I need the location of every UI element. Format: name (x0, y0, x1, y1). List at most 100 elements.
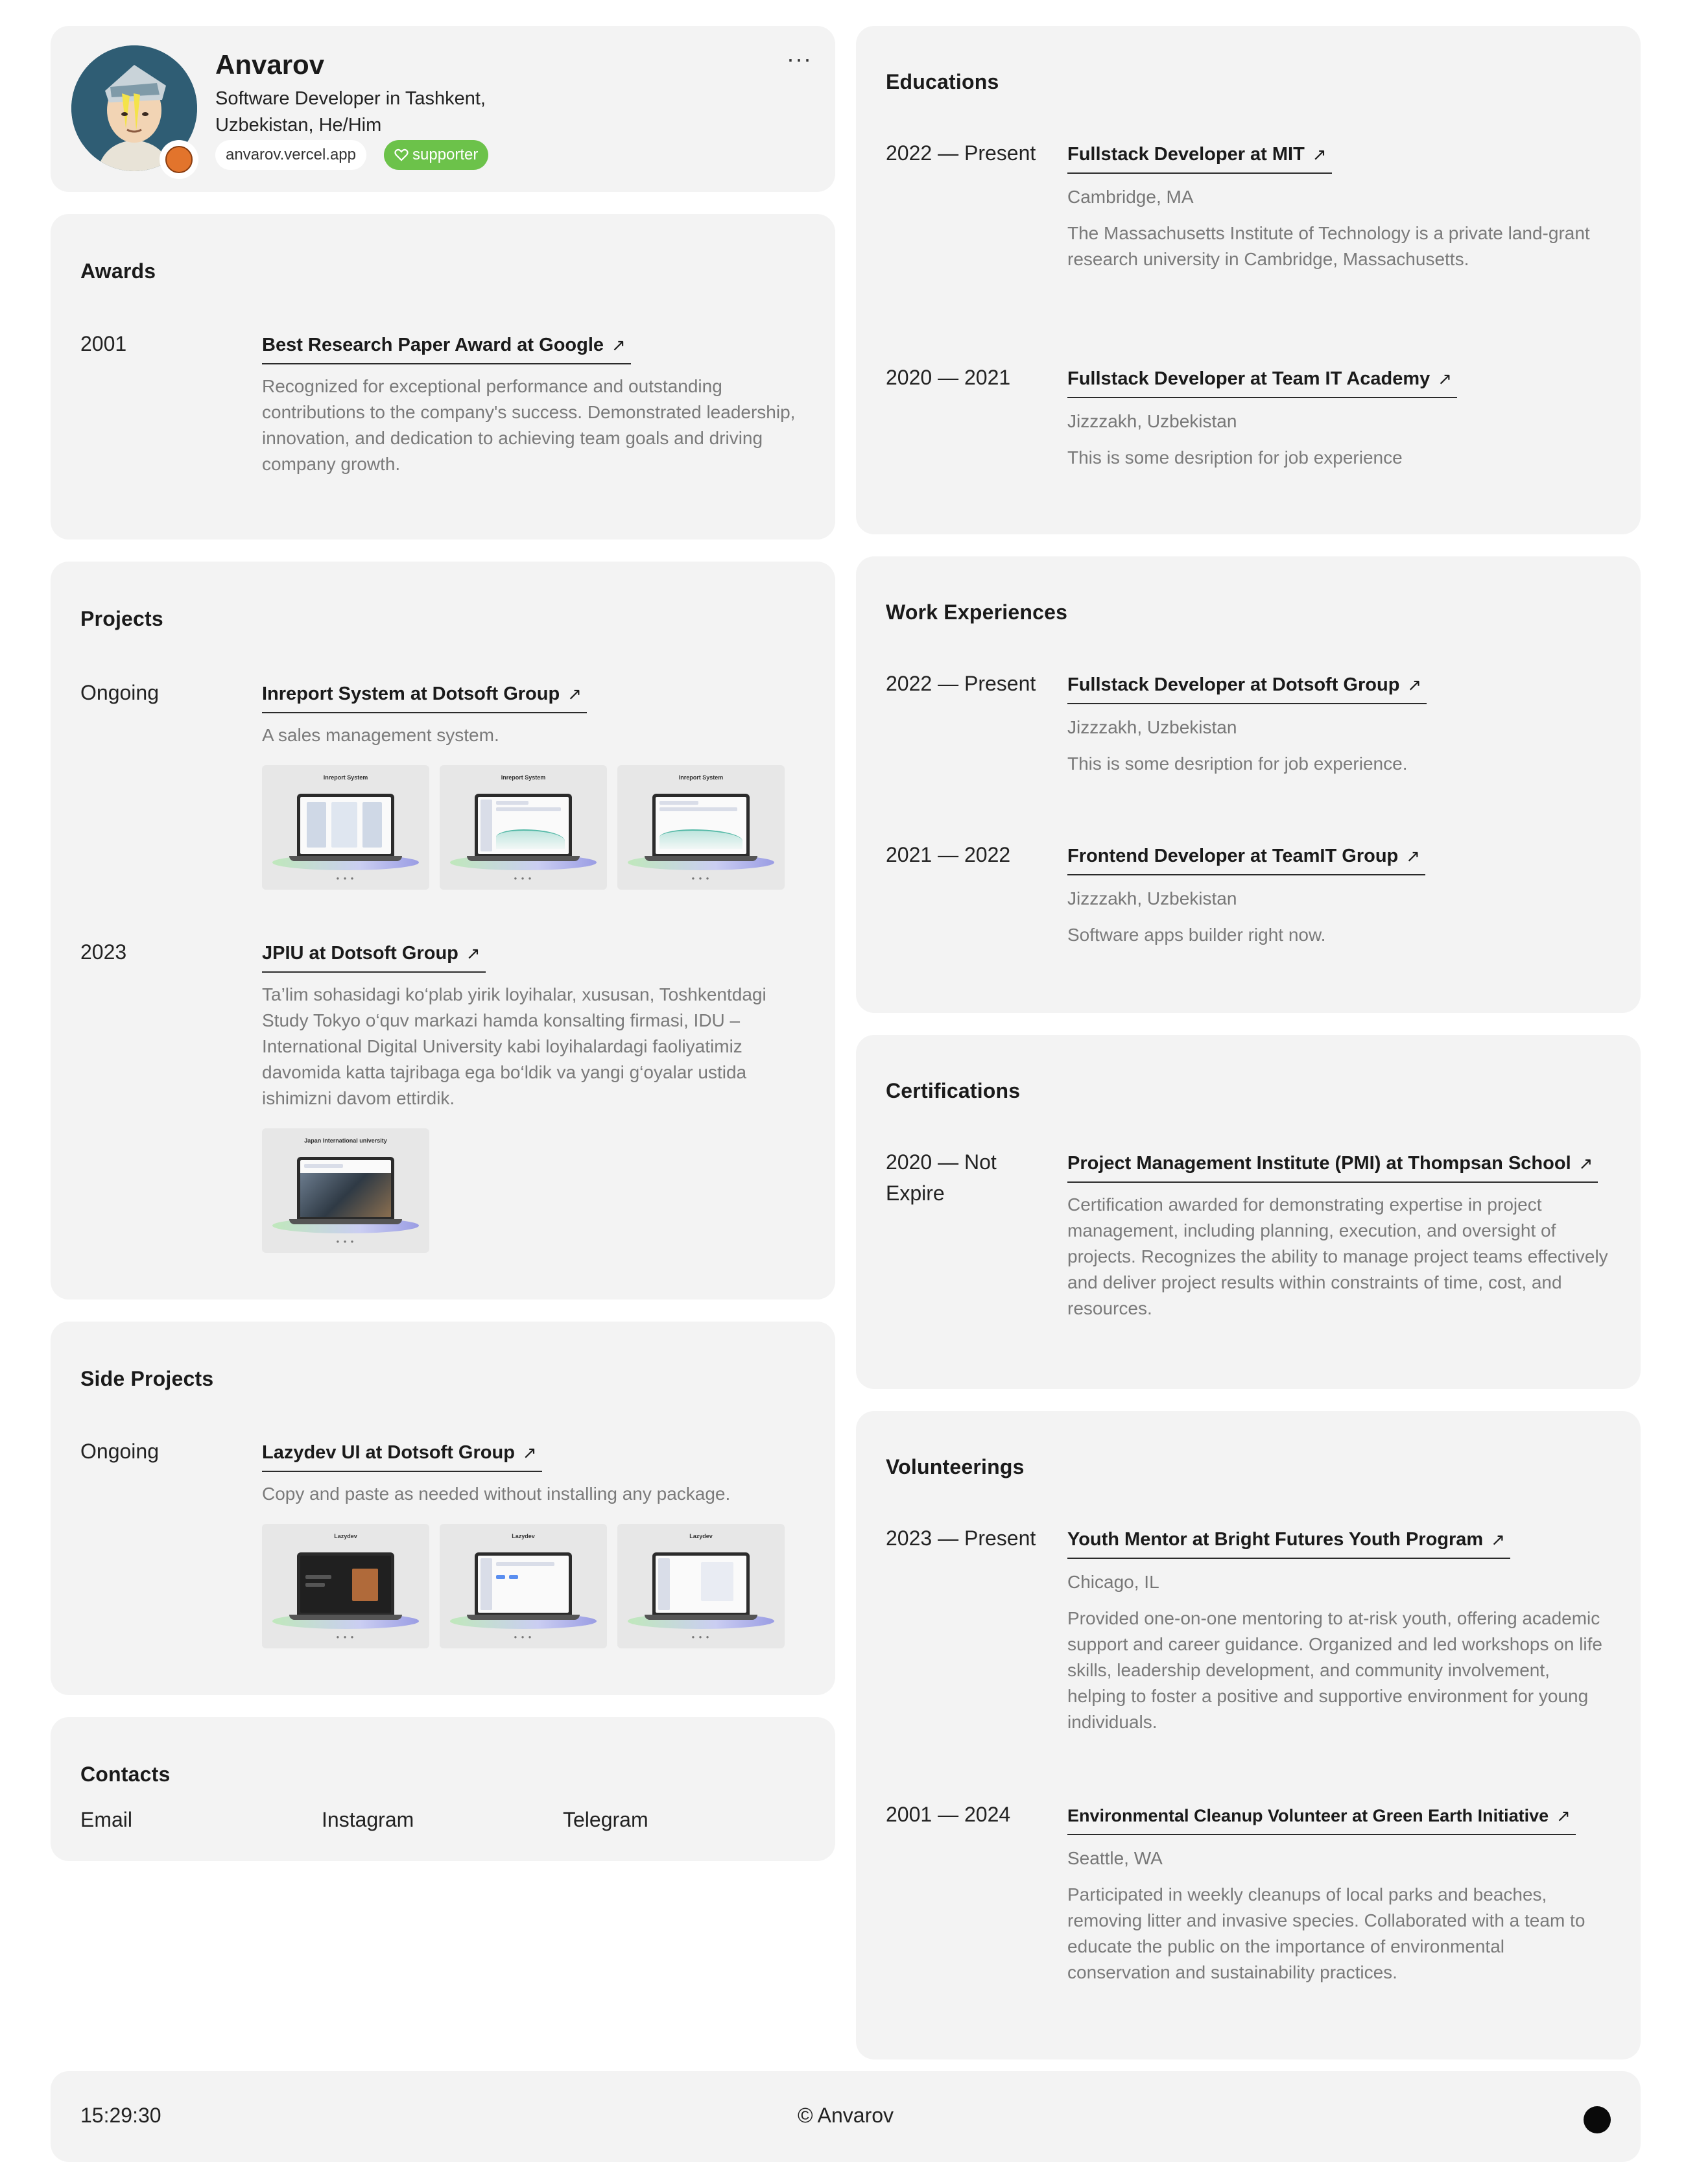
footer: 15:29:30 © Anvarov (51, 2071, 1641, 2162)
entry-title: Youth Mentor at Bright Futures Youth Pro… (1067, 1529, 1484, 1550)
entry-title-link[interactable]: Frontend Developer at TeamIT Group ↗ (1067, 844, 1426, 875)
supporter-badge[interactable]: supporter (384, 140, 489, 170)
external-link-icon: ↗ (1407, 675, 1422, 694)
entry-date: Ongoing (80, 1440, 159, 1463)
entry-title: Project Management Institute (PMI) at Th… (1067, 1153, 1571, 1174)
entry-title-link[interactable]: Environmental Cleanup Volunteer at Green… (1067, 1804, 1576, 1835)
entry-title-link[interactable]: Fullstack Developer at Dotsoft Group ↗ (1067, 673, 1427, 704)
section-title: Projects (80, 607, 163, 630)
entry-date: 2001 — 2024 (886, 1803, 1011, 1826)
entry-title-link[interactable]: Inreport System at Dotsoft Group ↗ (262, 682, 587, 713)
entry-date: 2023 — Present (886, 1526, 1036, 1550)
profile-name: Anvarov (215, 49, 325, 80)
contacts-card: Contacts Email Instagram Telegram (51, 1717, 835, 1861)
entry-location: Jizzzakh, Uzbekistan (1067, 411, 1237, 431)
project-screenshot[interactable]: Japan International university ● ● ● (262, 1128, 429, 1253)
section-title: Volunteerings (886, 1455, 1025, 1478)
entry-date: 2022 — Present (886, 141, 1036, 165)
awards-card: Awards 2001 Best Research Paper Award at… (51, 214, 835, 540)
entry-description: A sales management system. (262, 725, 499, 745)
entry-description: Copy and paste as needed without install… (262, 1484, 731, 1504)
instagram-link[interactable]: Instagram (322, 1808, 563, 1832)
entry-title: Lazydev UI at Dotsoft Group (262, 1442, 515, 1463)
project-screenshots: Lazydev ● ● ● Lazydev ● ● ● Lazydev ● ● … (262, 1524, 805, 1648)
entry-title-link[interactable]: Fullstack Developer at Team IT Academy ↗ (1067, 367, 1458, 398)
copyright: © Anvarov (797, 2104, 894, 2127)
entry-date: 2022 — Present (886, 672, 1036, 695)
screenshot-caption: Inreport System (501, 774, 546, 781)
entry-description: Ta’lim sohasidagi ko‘plab yirik loyihala… (262, 984, 766, 1108)
more-options-icon[interactable]: ··· (787, 47, 812, 71)
entry-description: Recognized for exceptional performance a… (262, 376, 796, 474)
external-link-icon: ↗ (1578, 1154, 1593, 1173)
entry-description: Provided one-on-one mentoring to at-risk… (1067, 1608, 1602, 1732)
project-screenshot[interactable]: Inreport System ● ● ● (262, 765, 429, 890)
entry-location: Jizzzakh, Uzbekistan (1067, 717, 1237, 737)
section-title: Work Experiences (886, 600, 1068, 624)
screenshot-caption: Lazydev (689, 1533, 713, 1539)
section-title: Educations (886, 70, 999, 93)
telegram-link[interactable]: Telegram (563, 1808, 804, 1832)
supporter-label: supporter (412, 146, 479, 163)
external-link-icon: ↗ (1491, 1530, 1506, 1549)
section-title: Certifications (886, 1079, 1021, 1102)
certifications-card: Certifications 2020 — Not Expire Project… (856, 1035, 1641, 1389)
project-screenshot[interactable]: Inreport System ● ● ● (617, 765, 785, 890)
project-screenshot[interactable]: Lazydev ● ● ● (617, 1524, 785, 1648)
entry-title-link[interactable]: Best Research Paper Award at Google ↗ (262, 333, 631, 364)
entry-date: 2020 — 2021 (886, 366, 1011, 389)
section-title: Contacts (80, 1763, 171, 1786)
entry-title: Fullstack Developer at Team IT Academy (1067, 368, 1431, 389)
profile-role: Software Developer in Tashkent, Uzbekist… (215, 88, 486, 136)
entry-title-link[interactable]: Youth Mentor at Bright Futures Youth Pro… (1067, 1528, 1511, 1559)
contacts-list: Email Instagram Telegram (80, 1808, 804, 1832)
entry-description: Software apps builder right now. (1067, 925, 1326, 945)
entry-date: 2001 (80, 332, 127, 355)
projects-card: Projects Ongoing Inreport System at Dots… (51, 562, 835, 1300)
theme-toggle-button[interactable] (1584, 2106, 1611, 2133)
entry-description: This is some desription for job experien… (1067, 447, 1403, 468)
project-screenshots: Japan International university ● ● ● (262, 1128, 805, 1253)
entry-date: Ongoing (80, 681, 159, 704)
project-screenshot[interactable]: Inreport System ● ● ● (440, 765, 607, 890)
volunteerings-card: Volunteerings 2023 — Present Youth Mento… (856, 1411, 1641, 2059)
website-link[interactable]: anvarov.vercel.app (215, 140, 366, 170)
external-link-icon: ↗ (1312, 145, 1327, 164)
entry-description: Participated in weekly cleanups of local… (1067, 1884, 1585, 1982)
external-link-icon: ↗ (1438, 369, 1453, 388)
section-title: Awards (80, 259, 156, 283)
entry-description: The Massachusetts Institute of Technolog… (1067, 223, 1590, 269)
external-link-icon: ↗ (1406, 846, 1421, 866)
project-screenshot[interactable]: Lazydev ● ● ● (440, 1524, 607, 1648)
entry-title-link[interactable]: Fullstack Developer at MIT ↗ (1067, 143, 1332, 174)
entry-description: This is some desription for job experien… (1067, 754, 1408, 774)
heart-icon (394, 148, 409, 161)
entry-location: Jizzzakh, Uzbekistan (1067, 888, 1237, 908)
side-projects-card: Side Projects Ongoing Lazydev UI at Dots… (51, 1322, 835, 1695)
screenshot-caption: Inreport System (323, 774, 368, 781)
screenshot-caption: Japan International university (304, 1137, 387, 1144)
entry-title-link[interactable]: Lazydev UI at Dotsoft Group ↗ (262, 1441, 542, 1472)
entry-title: JPIU at Dotsoft Group (262, 943, 458, 964)
entry-date: 2020 — Not Expire (886, 1150, 997, 1205)
entry-date: 2021 — 2022 (886, 843, 1011, 866)
external-link-icon: ↗ (567, 684, 582, 704)
section-title: Side Projects (80, 1367, 214, 1390)
screenshot-caption: Lazydev (334, 1533, 357, 1539)
screenshot-caption: Lazydev (512, 1533, 535, 1539)
project-screenshot[interactable]: Lazydev ● ● ● (262, 1524, 429, 1648)
entry-description: Certification awarded for demonstrating … (1067, 1194, 1608, 1318)
entry-date: 2023 (80, 940, 127, 964)
entry-title-link[interactable]: Project Management Institute (PMI) at Th… (1067, 1152, 1598, 1183)
entry-title: Frontend Developer at TeamIT Group (1067, 846, 1399, 866)
entry-title: Environmental Cleanup Volunteer at Green… (1067, 1806, 1549, 1825)
external-link-icon: ↗ (1556, 1806, 1571, 1825)
entry-title: Best Research Paper Award at Google (262, 335, 604, 355)
project-screenshots: Inreport System ● ● ● Inreport System ● … (262, 765, 805, 890)
educations-card: Educations 2022 — Present Fullstack Deve… (856, 26, 1641, 534)
external-link-icon: ↗ (466, 944, 481, 963)
work-experiences-card: Work Experiences 2022 — Present Fullstac… (856, 556, 1641, 1013)
entry-title-link[interactable]: JPIU at Dotsoft Group ↗ (262, 942, 486, 973)
screenshot-caption: Inreport System (678, 774, 724, 781)
email-link[interactable]: Email (80, 1808, 322, 1832)
